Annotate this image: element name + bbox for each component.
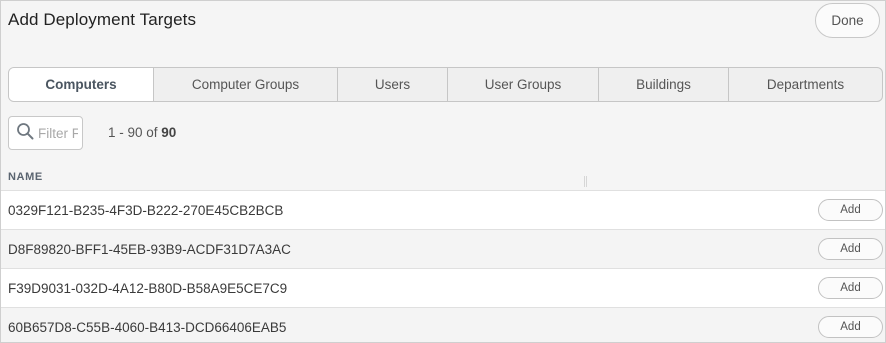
tab-computer-groups[interactable]: Computer Groups — [153, 68, 337, 101]
table-row: 0329F121-B235-4F3D-B222-270E45CB2BCB Add — [1, 190, 885, 229]
tab-departments[interactable]: Departments — [728, 68, 882, 101]
pagination-range: 1 - 90 of — [108, 125, 162, 140]
add-button[interactable]: Add — [818, 316, 883, 338]
filter-input[interactable] — [38, 125, 78, 141]
pagination-summary: 1 - 90 of 90 — [108, 125, 176, 140]
computer-name: D8F89820-BFF1-45EB-93B9-ACDF31D7A3AC — [8, 241, 291, 257]
pagination-total: 90 — [161, 125, 177, 140]
tab-users[interactable]: Users — [337, 68, 447, 101]
computer-name: 0329F121-B235-4F3D-B222-270E45CB2BCB — [8, 202, 284, 218]
filter-field[interactable] — [8, 116, 83, 150]
add-button[interactable]: Add — [818, 277, 883, 299]
add-button[interactable]: Add — [818, 238, 883, 260]
deployment-targets-dialog: Add Deployment Targets Done Computers Co… — [0, 0, 886, 343]
computer-list: 0329F121-B235-4F3D-B222-270E45CB2BCB Add… — [1, 190, 885, 342]
target-type-tabs: Computers Computer Groups Users User Gro… — [8, 67, 883, 102]
table-row: 60B657D8-C55B-4060-B413-DCD66406EAB5 Add — [1, 307, 885, 342]
tab-buildings[interactable]: Buildings — [598, 68, 728, 101]
tab-computers[interactable]: Computers — [9, 68, 153, 101]
column-header-name[interactable]: NAME — [8, 171, 43, 183]
add-button[interactable]: Add — [818, 199, 883, 221]
computer-name: 60B657D8-C55B-4060-B413-DCD66406EAB5 — [8, 319, 287, 335]
table-row: F39D9031-032D-4A12-B80D-B58A9E5CE7C9 Add — [1, 268, 885, 307]
tab-user-groups[interactable]: User Groups — [447, 68, 598, 101]
table-row: D8F89820-BFF1-45EB-93B9-ACDF31D7A3AC Add — [1, 229, 885, 268]
computer-name: F39D9031-032D-4A12-B80D-B58A9E5CE7C9 — [8, 280, 288, 296]
dialog-title: Add Deployment Targets — [8, 10, 197, 29]
done-button[interactable]: Done — [815, 3, 880, 38]
search-icon — [16, 122, 34, 145]
column-resize-handle[interactable] — [584, 176, 587, 187]
